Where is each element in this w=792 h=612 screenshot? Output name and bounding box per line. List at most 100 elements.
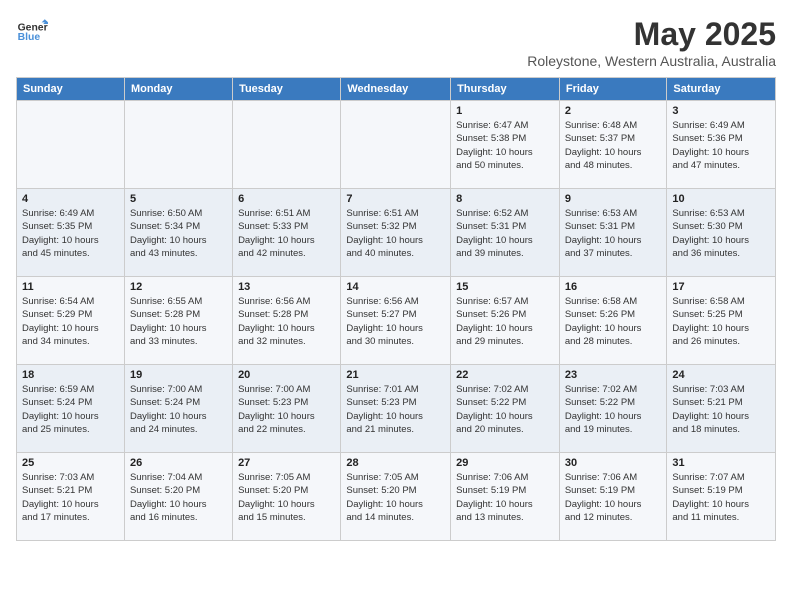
calendar-cell: 9 Sunrise: 6:53 AM Sunset: 5:31 PM Daylig… [559,189,667,277]
header-row: Sunday Monday Tuesday Wednesday Thursday… [17,78,776,101]
calendar-cell: 3 Sunrise: 6:49 AM Sunset: 5:36 PM Daylig… [667,101,776,189]
day-number: 22 [456,369,554,381]
day-info: Sunrise: 7:05 AM Sunset: 5:20 PM Dayligh… [346,471,445,524]
col-monday: Monday [124,78,232,101]
calendar-cell: 14 Sunrise: 6:56 AM Sunset: 5:27 PM Dayli… [341,277,451,365]
day-info: Sunrise: 6:52 AM Sunset: 5:31 PM Dayligh… [456,207,554,260]
calendar-cell: 25 Sunrise: 7:03 AM Sunset: 5:21 PM Dayli… [17,453,125,541]
day-number: 26 [130,457,227,469]
calendar-cell: 5 Sunrise: 6:50 AM Sunset: 5:34 PM Daylig… [124,189,232,277]
day-number: 18 [22,369,119,381]
calendar-cell: 28 Sunrise: 7:05 AM Sunset: 5:20 PM Dayli… [341,453,451,541]
day-info: Sunrise: 7:06 AM Sunset: 5:19 PM Dayligh… [565,471,662,524]
calendar-cell: 2 Sunrise: 6:48 AM Sunset: 5:37 PM Daylig… [559,101,667,189]
col-saturday: Saturday [667,78,776,101]
day-info: Sunrise: 7:00 AM Sunset: 5:23 PM Dayligh… [238,383,335,436]
col-friday: Friday [559,78,667,101]
day-info: Sunrise: 7:03 AM Sunset: 5:21 PM Dayligh… [22,471,119,524]
day-info: Sunrise: 6:51 AM Sunset: 5:33 PM Dayligh… [238,207,335,260]
day-number: 12 [130,281,227,293]
day-info: Sunrise: 6:55 AM Sunset: 5:28 PM Dayligh… [130,295,227,348]
calendar-week-1: 1 Sunrise: 6:47 AM Sunset: 5:38 PM Daylig… [17,101,776,189]
header: General Blue May 2025 Roleystone, Wester… [16,16,776,69]
calendar-cell: 15Sunrise: 6:57 AM Sunset: 5:26 PM Dayli… [451,277,560,365]
calendar-week-5: 25 Sunrise: 7:03 AM Sunset: 5:21 PM Dayli… [17,453,776,541]
day-number: 9 [565,193,662,205]
day-info: Sunrise: 6:53 AM Sunset: 5:30 PM Dayligh… [672,207,770,260]
day-info: Sunrise: 7:04 AM Sunset: 5:20 PM Dayligh… [130,471,227,524]
calendar-cell: 29Sunrise: 7:06 AM Sunset: 5:19 PM Dayli… [451,453,560,541]
col-thursday: Thursday [451,78,560,101]
day-number: 30 [565,457,662,469]
day-number: 25 [22,457,119,469]
calendar-cell: 20 Sunrise: 7:00 AM Sunset: 5:23 PM Dayli… [233,365,341,453]
day-info: Sunrise: 7:07 AM Sunset: 5:19 PM Dayligh… [672,471,770,524]
calendar-cell: 13 Sunrise: 6:56 AM Sunset: 5:28 PM Dayli… [233,277,341,365]
calendar-week-2: 4 Sunrise: 6:49 AM Sunset: 5:35 PM Daylig… [17,189,776,277]
day-info: Sunrise: 7:02 AM Sunset: 5:22 PM Dayligh… [456,383,554,436]
day-number: 31 [672,457,770,469]
day-number: 8 [456,193,554,205]
calendar-cell: 4 Sunrise: 6:49 AM Sunset: 5:35 PM Daylig… [17,189,125,277]
day-number: 2 [565,105,662,117]
calendar-week-3: 11Sunrise: 6:54 AM Sunset: 5:29 PM Dayli… [17,277,776,365]
calendar-cell: 19 Sunrise: 7:00 AM Sunset: 5:24 PM Dayli… [124,365,232,453]
day-number: 21 [346,369,445,381]
day-info: Sunrise: 6:56 AM Sunset: 5:27 PM Dayligh… [346,295,445,348]
day-number: 6 [238,193,335,205]
col-tuesday: Tuesday [233,78,341,101]
day-number: 14 [346,281,445,293]
calendar-cell: 27 Sunrise: 7:05 AM Sunset: 5:20 PM Dayli… [233,453,341,541]
calendar-cell: 1 Sunrise: 6:47 AM Sunset: 5:38 PM Daylig… [451,101,560,189]
calendar-subtitle: Roleystone, Western Australia, Australia [527,53,776,69]
day-number: 23 [565,369,662,381]
day-number: 19 [130,369,227,381]
calendar-cell: 16Sunrise: 6:58 AM Sunset: 5:26 PM Dayli… [559,277,667,365]
day-info: Sunrise: 6:47 AM Sunset: 5:38 PM Dayligh… [456,119,554,172]
day-number: 4 [22,193,119,205]
day-info: Sunrise: 7:05 AM Sunset: 5:20 PM Dayligh… [238,471,335,524]
day-number: 20 [238,369,335,381]
calendar-cell: 18 Sunrise: 6:59 AM Sunset: 5:24 PM Dayli… [17,365,125,453]
day-number: 15 [456,281,554,293]
day-info: Sunrise: 6:48 AM Sunset: 5:37 PM Dayligh… [565,119,662,172]
day-info: Sunrise: 6:49 AM Sunset: 5:36 PM Dayligh… [672,119,770,172]
day-info: Sunrise: 6:53 AM Sunset: 5:31 PM Dayligh… [565,207,662,260]
day-info: Sunrise: 6:50 AM Sunset: 5:34 PM Dayligh… [130,207,227,260]
calendar-cell: 6 Sunrise: 6:51 AM Sunset: 5:33 PM Daylig… [233,189,341,277]
day-number: 27 [238,457,335,469]
day-info: Sunrise: 7:06 AM Sunset: 5:19 PM Dayligh… [456,471,554,524]
calendar-cell: 21 Sunrise: 7:01 AM Sunset: 5:23 PM Dayli… [341,365,451,453]
svg-text:Blue: Blue [18,32,41,43]
day-number: 10 [672,193,770,205]
day-info: Sunrise: 6:49 AM Sunset: 5:35 PM Dayligh… [22,207,119,260]
day-number: 1 [456,105,554,117]
calendar-body: 1 Sunrise: 6:47 AM Sunset: 5:38 PM Daylig… [17,101,776,541]
day-info: Sunrise: 7:03 AM Sunset: 5:21 PM Dayligh… [672,383,770,436]
calendar-cell: 12 Sunrise: 6:55 AM Sunset: 5:28 PM Dayli… [124,277,232,365]
calendar-cell: 22 Sunrise: 7:02 AM Sunset: 5:22 PM Dayli… [451,365,560,453]
calendar-cell: 7Sunrise: 6:51 AM Sunset: 5:32 PM Daylig… [341,189,451,277]
day-number: 28 [346,457,445,469]
calendar-cell [17,101,125,189]
calendar-cell: 23Sunrise: 7:02 AM Sunset: 5:22 PM Dayli… [559,365,667,453]
day-number: 5 [130,193,227,205]
day-number: 13 [238,281,335,293]
calendar-cell: 30 Sunrise: 7:06 AM Sunset: 5:19 PM Dayli… [559,453,667,541]
logo-icon: General Blue [16,16,48,48]
calendar-cell: 31 Sunrise: 7:07 AM Sunset: 5:19 PM Dayli… [667,453,776,541]
calendar-cell: 8 Sunrise: 6:52 AM Sunset: 5:31 PM Daylig… [451,189,560,277]
day-info: Sunrise: 7:01 AM Sunset: 5:23 PM Dayligh… [346,383,445,436]
calendar-week-4: 18 Sunrise: 6:59 AM Sunset: 5:24 PM Dayli… [17,365,776,453]
day-info: Sunrise: 6:56 AM Sunset: 5:28 PM Dayligh… [238,295,335,348]
day-info: Sunrise: 6:59 AM Sunset: 5:24 PM Dayligh… [22,383,119,436]
title-area: May 2025 Roleystone, Western Australia, … [527,16,776,69]
day-info: Sunrise: 6:54 AM Sunset: 5:29 PM Dayligh… [22,295,119,348]
day-number: 24 [672,369,770,381]
logo: General Blue [16,16,48,48]
day-info: Sunrise: 7:00 AM Sunset: 5:24 PM Dayligh… [130,383,227,436]
calendar-cell: 11Sunrise: 6:54 AM Sunset: 5:29 PM Dayli… [17,277,125,365]
calendar-cell [233,101,341,189]
calendar-cell: 17Sunrise: 6:58 AM Sunset: 5:25 PM Dayli… [667,277,776,365]
day-number: 3 [672,105,770,117]
